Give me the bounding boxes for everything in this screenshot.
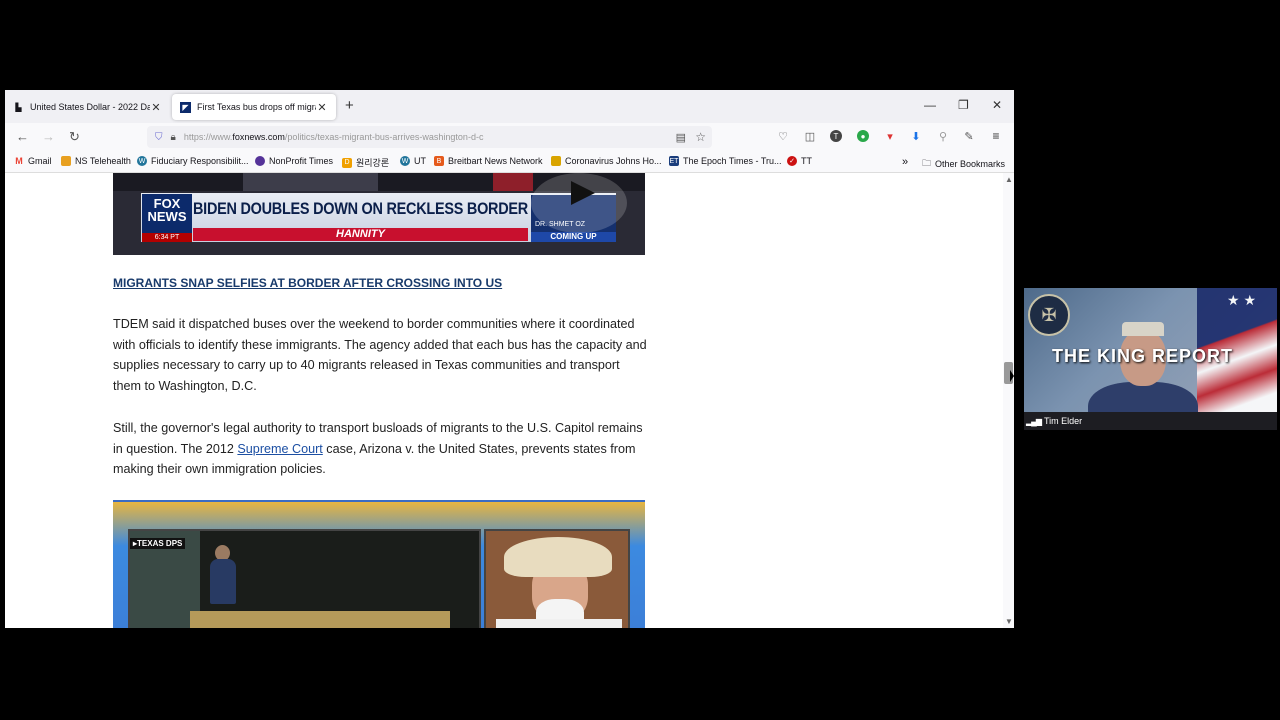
- fox-news-logo: FOX NEWS: [142, 194, 192, 234]
- emblem-logo: ✠: [1028, 294, 1070, 336]
- epoch-icon: ET: [669, 156, 679, 166]
- lock-icon[interactable]: 🔒︎: [171, 132, 176, 143]
- video-person-left: [243, 173, 378, 191]
- video-boat: [190, 611, 450, 628]
- webcam-title: THE KING REPORT: [1052, 346, 1234, 366]
- tracking-shield-icon[interactable]: ⛉: [155, 132, 163, 143]
- bookmark-tt[interactable]: ✓ TT: [787, 156, 812, 166]
- nonprofit-icon: [255, 156, 265, 166]
- extension-grey-icon[interactable]: ⚲: [937, 130, 949, 143]
- bookmark-jhu[interactable]: Coronavirus Johns Ho...: [551, 156, 662, 166]
- tab-title: First Texas bus drops off migran: [197, 102, 316, 112]
- close-tab-icon[interactable]: ✕: [150, 101, 162, 114]
- close-window-button[interactable]: ✕: [992, 98, 1002, 112]
- texas-dps-tag: ▸TEXAS DPS: [130, 538, 186, 549]
- related-article-link[interactable]: MIGRANTS SNAP SELFIES AT BORDER AFTER CR…: [113, 276, 502, 290]
- url-text[interactable]: https://www.foxnews.com/politics/texas-m…: [184, 132, 484, 142]
- extension-red-icon[interactable]: ▾: [884, 130, 896, 143]
- scroll-up-icon[interactable]: ▲: [1005, 175, 1013, 184]
- pocket-icon[interactable]: ♡: [777, 130, 789, 143]
- participant-name: Tim Elder: [1043, 416, 1083, 426]
- bookmarks-bar: M Gmail NS Telehealth W Fiduciary Responsi…: [5, 151, 1014, 173]
- wordpress-icon: W: [137, 156, 147, 166]
- new-tab-button[interactable]: +: [345, 97, 354, 114]
- video-player-texas-dps[interactable]: ▸TEXAS DPS: [113, 500, 645, 628]
- video-right-panel: [484, 529, 630, 628]
- doc-icon: D: [342, 157, 352, 168]
- tradingeconomics-icon: ▙: [15, 102, 22, 112]
- bookmark-fiduciary[interactable]: W Fiduciary Responsibilit...: [137, 156, 249, 166]
- page-scrollbar[interactable]: ▲ ▼: [1003, 173, 1014, 628]
- chyron-headline: BIDEN DOUBLES DOWN ON RECKLESS BORDER PO…: [193, 199, 584, 218]
- scroll-down-icon[interactable]: ▼: [1005, 617, 1013, 626]
- other-bookmarks[interactable]: 🗀 Other Bookmarks: [922, 156, 1005, 172]
- tt-icon: ✓: [787, 156, 797, 166]
- reader-view-icon[interactable]: ▤: [676, 131, 686, 144]
- broadcast-time: 6:34 PT: [142, 233, 192, 242]
- browser-window: ▙ United States Dollar - 2022 Data ✕ ◤ F…: [5, 90, 1014, 628]
- extension-pen-icon[interactable]: ✎: [963, 130, 975, 143]
- reload-icon[interactable]: ↻: [69, 129, 80, 145]
- bookmark-breitbart[interactable]: B Breitbart News Network: [434, 156, 543, 166]
- bookmark-star-icon[interactable]: ☆: [695, 130, 706, 144]
- forward-icon[interactable]: →: [42, 129, 55, 144]
- article-paragraph: Still, the governor's legal authority to…: [113, 421, 643, 477]
- navigation-bar: ← → ↻ ⛉ 🔒︎ https://www.foxnews.com/polit…: [5, 123, 1014, 151]
- sidebar-icon[interactable]: ◫: [804, 130, 816, 143]
- supreme-court-link[interactable]: Supreme Court: [237, 442, 322, 456]
- folder-icon: 🗀: [922, 158, 932, 168]
- participant-name-tag: ▂▄▆ Tim Elder: [1026, 416, 1082, 426]
- url-bar[interactable]: ⛉ 🔒︎ https://www.foxnews.com/politics/te…: [147, 126, 712, 148]
- tab-foxnews[interactable]: ◤ First Texas bus drops off migran ✕: [172, 94, 336, 120]
- extension-green-icon[interactable]: ●: [857, 130, 869, 142]
- back-icon[interactable]: ←: [16, 129, 29, 144]
- menu-icon[interactable]: ≡: [990, 129, 1002, 143]
- extension-blue-icon[interactable]: ⬇: [910, 130, 922, 143]
- bookmark-ns-telehealth[interactable]: NS Telehealth: [61, 156, 131, 166]
- bookmark-gmail[interactable]: M Gmail: [14, 156, 51, 166]
- minimize-button[interactable]: —: [924, 98, 936, 112]
- bookmark-nonprofit-times[interactable]: NonProfit Times: [255, 156, 333, 166]
- show-name: HANNITY: [193, 228, 528, 241]
- jhu-icon: [551, 156, 561, 166]
- video-person-body: [210, 559, 236, 604]
- signal-bars-icon: ▂▄▆: [1026, 416, 1042, 426]
- tab-bar: ▙ United States Dollar - 2022 Data ✕ ◤ F…: [5, 90, 1014, 123]
- bookmark-korean[interactable]: D 원리강론: [342, 156, 389, 169]
- page-content: FOX NEWS 6:34 PT BIDEN DOUBLES DOWN ON R…: [5, 173, 1003, 628]
- video-player-hannity[interactable]: FOX NEWS 6:34 PT BIDEN DOUBLES DOWN ON R…: [113, 173, 645, 255]
- close-tab-icon[interactable]: ✕: [316, 101, 328, 114]
- screen: ▙ United States Dollar - 2022 Data ✕ ◤ F…: [0, 0, 1280, 720]
- video-person-tie: [493, 173, 533, 191]
- webcam-overlay: ★ ★ ✠ THE KING REPORT ▂▄▆ Tim Elder: [1024, 288, 1277, 430]
- breitbart-icon: B: [434, 156, 444, 166]
- video-guest-shirt: [496, 619, 622, 628]
- gmail-icon: M: [15, 156, 23, 166]
- restore-button[interactable]: ❐: [958, 98, 969, 112]
- play-icon[interactable]: [531, 173, 627, 233]
- tab-title: United States Dollar - 2022 Data: [30, 102, 150, 112]
- foxnews-favicon-icon: ◤: [180, 101, 191, 113]
- presenter-crown: [1122, 322, 1164, 336]
- extension-t-icon[interactable]: T: [830, 130, 842, 142]
- article-paragraph: TDEM said it dispatched buses over the w…: [113, 317, 647, 393]
- bookmark-epoch-times[interactable]: ET The Epoch Times - Tru...: [669, 156, 782, 166]
- more-bookmarks-icon[interactable]: »: [902, 156, 908, 168]
- tab-usd-2022[interactable]: ▙ United States Dollar - 2022 Data ✕: [5, 94, 170, 120]
- video-guest-hat: [504, 537, 612, 577]
- wordpress-icon: W: [400, 156, 410, 166]
- telehealth-icon: [61, 156, 71, 166]
- coming-up-label: COMING UP: [531, 232, 616, 242]
- mouse-cursor-icon: [1010, 370, 1014, 382]
- bookmark-ut[interactable]: W UT: [400, 156, 426, 166]
